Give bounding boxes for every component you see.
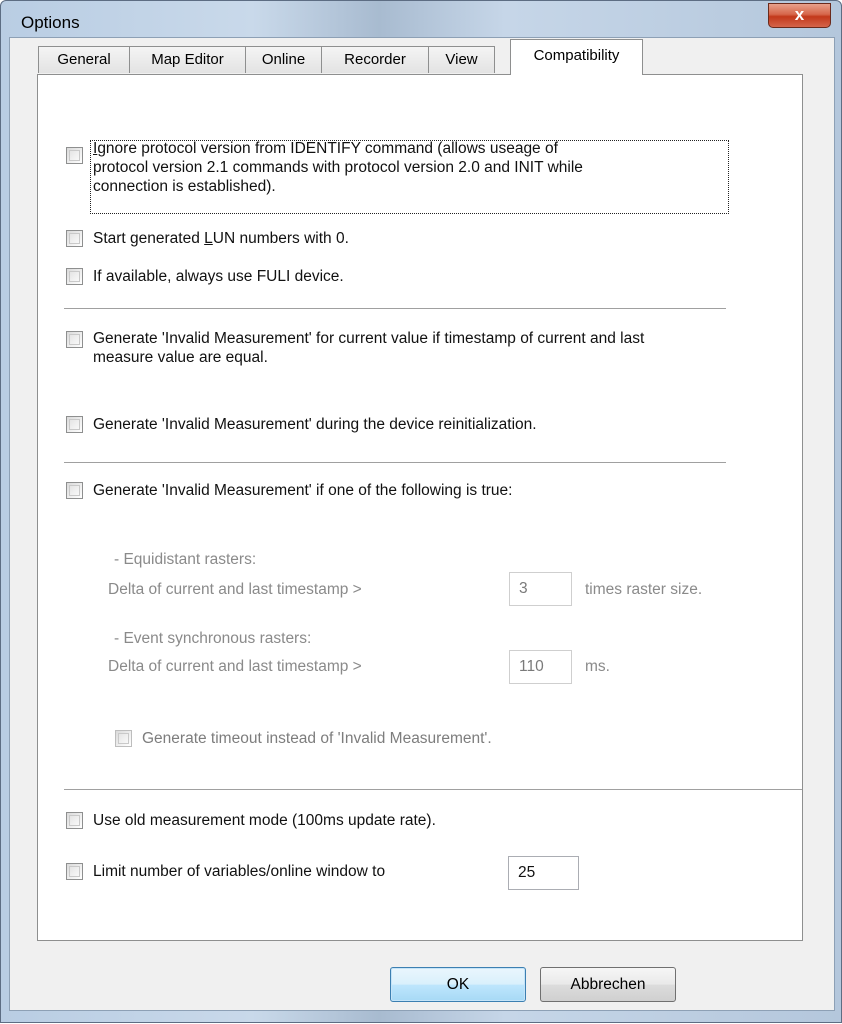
timeout-instead-checkbox[interactable] xyxy=(115,730,132,747)
invalid-conditions-label: Generate 'Invalid Measurement' if one of… xyxy=(93,482,513,499)
mnemonic-char: L xyxy=(204,230,213,247)
equidistant-delta-label: Delta of current and last timestamp > xyxy=(108,581,362,598)
invalid-equal-timestamp-label: Generate 'Invalid Measurement' for curre… xyxy=(93,329,644,367)
limit-variables-checkbox[interactable] xyxy=(66,863,83,880)
invalid-equal-timestamp-checkbox[interactable] xyxy=(66,331,83,348)
ignore-protocol-label: Ignore protocol version from IDENTIFY co… xyxy=(93,139,583,196)
event-sync-heading: - Event synchronous rasters: xyxy=(114,630,312,647)
label-text: gnore protocol version from IDENTIFY com… xyxy=(97,140,558,157)
ignore-protocol-checkbox[interactable] xyxy=(66,147,83,164)
old-measurement-label: Use old measurement mode (100ms update r… xyxy=(93,812,436,829)
equidistant-heading: - Equidistant rasters: xyxy=(114,551,257,568)
invalid-conditions-checkbox[interactable] xyxy=(66,482,83,499)
invalid-reinit-label: Generate 'Invalid Measurement' during th… xyxy=(93,416,537,433)
fuli-checkbox[interactable] xyxy=(66,268,83,285)
timeout-instead-label: Generate timeout instead of 'Invalid Mea… xyxy=(142,730,492,747)
equidistant-unit-label: times raster size. xyxy=(585,581,703,598)
invalid-reinit-checkbox[interactable] xyxy=(66,416,83,433)
limit-variables-input[interactable]: 25 xyxy=(508,856,579,890)
start-lun-checkbox[interactable] xyxy=(66,230,83,247)
fuli-label: If available, always use FULI device. xyxy=(93,268,344,285)
equidistant-factor-input[interactable]: 3 xyxy=(509,572,572,606)
limit-variables-label: Limit number of variables/online window … xyxy=(93,863,386,880)
label-text: connection is established). xyxy=(93,178,276,195)
event-sync-delta-label: Delta of current and last timestamp > xyxy=(108,658,362,675)
separator xyxy=(64,462,726,464)
start-lun-label: Start generated LUN numbers with 0. xyxy=(93,229,349,248)
compatibility-content: Ignore protocol version from IDENTIFY co… xyxy=(1,1,842,1024)
label-text: Start generated xyxy=(93,230,205,247)
label-text: measure value are equal. xyxy=(93,349,268,366)
ok-button[interactable]: OK xyxy=(390,967,526,1002)
event-sync-ms-input[interactable]: 110 xyxy=(509,650,572,684)
options-dialog: Options x General Map Editor Online Reco… xyxy=(0,0,842,1023)
cancel-button[interactable]: Abbrechen xyxy=(540,967,676,1002)
separator xyxy=(64,308,726,310)
label-text: protocol version 2.1 commands with proto… xyxy=(93,159,583,176)
label-text: Generate 'Invalid Measurement' for curre… xyxy=(93,330,645,347)
event-sync-unit-label: ms. xyxy=(585,658,610,675)
old-measurement-checkbox[interactable] xyxy=(66,812,83,829)
label-text: UN numbers with 0. xyxy=(212,230,349,247)
separator xyxy=(64,789,802,791)
